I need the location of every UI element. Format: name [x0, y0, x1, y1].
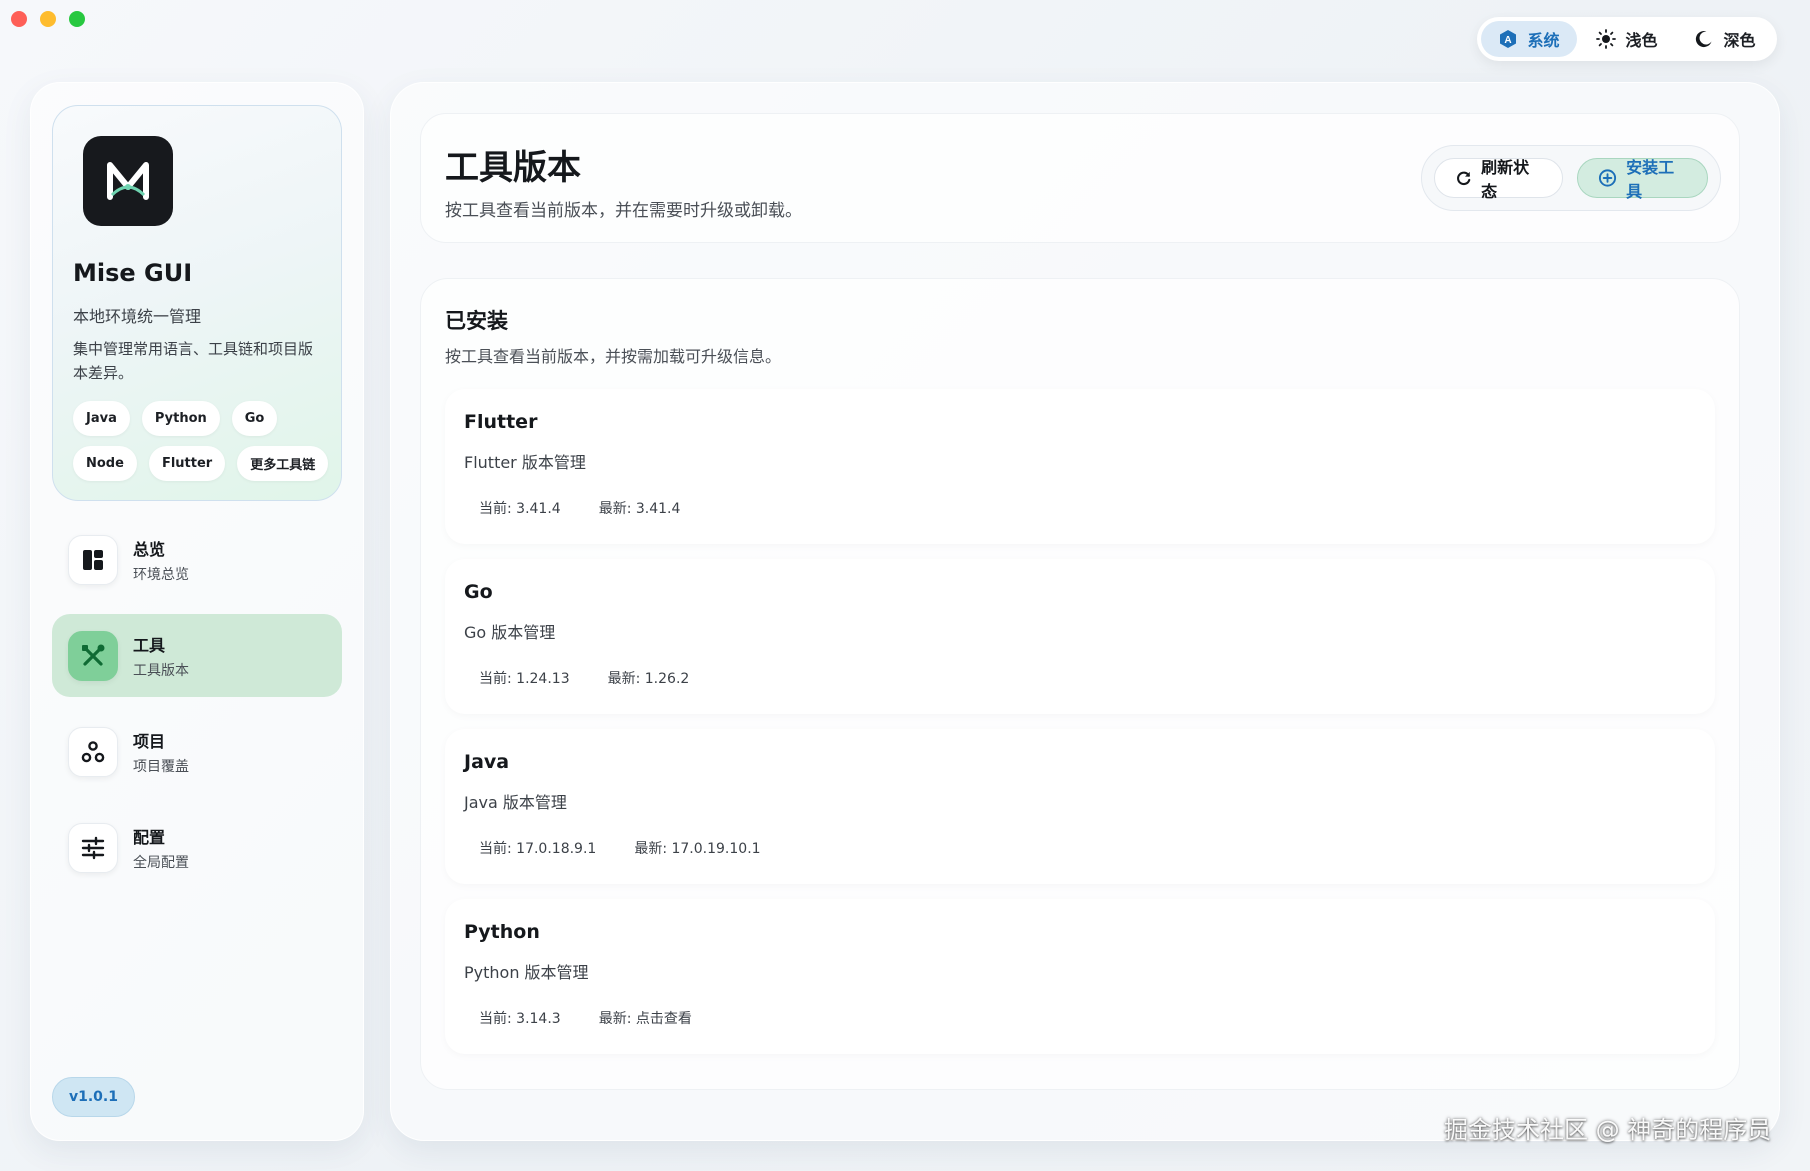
tool-versions: 当前: 17.0.18.9.1 最新: 17.0.19.10.1	[479, 838, 761, 858]
plus-circle-icon	[1598, 169, 1617, 187]
sidebar-item-config[interactable]: 配置 全局配置	[52, 806, 342, 889]
brand-title: Mise GUI	[73, 259, 193, 287]
latest-version: 最新: 3.41.4	[598, 501, 681, 517]
tools-icon	[68, 630, 118, 681]
window-controls	[11, 11, 85, 27]
app-window: A 系统 浅色 深色 Mise GUI 本地环境统一管理 集中管理常用语言、工具…	[0, 0, 1810, 1171]
tool-card-flutter[interactable]: Flutter Flutter 版本管理 当前: 3.41.4 最新: 3.41…	[445, 389, 1715, 544]
tool-description: Python 版本管理	[464, 963, 589, 982]
tool-card-python[interactable]: Python Python 版本管理 当前: 3.14.3 最新: 点击查看	[445, 899, 1715, 1054]
theme-dark-button[interactable]: 深色	[1677, 21, 1773, 57]
install-tool-label: 安装工具	[1626, 158, 1675, 201]
tool-card-java[interactable]: Java Java 版本管理 当前: 17.0.18.9.1 最新: 17.0.…	[445, 729, 1715, 884]
moon-icon	[1696, 31, 1712, 48]
installed-title: 已安装	[445, 309, 508, 333]
latest-version[interactable]: 最新: 点击查看	[599, 1008, 692, 1028]
dashboard-icon	[68, 534, 118, 585]
chip-flutter: Flutter	[148, 446, 226, 481]
theme-system-button[interactable]: A 系统	[1481, 21, 1577, 57]
project-icon	[68, 726, 118, 777]
theme-dark-label: 深色	[1723, 31, 1756, 50]
current-version: 当前: 17.0.18.9.1	[479, 841, 597, 857]
refresh-status-button[interactable]: 刷新状态	[1434, 158, 1564, 201]
tool-description: Flutter 版本管理	[464, 453, 586, 472]
tool-versions: 当前: 3.41.4 最新: 3.41.4	[479, 498, 680, 518]
version-badge: v1.0.1	[52, 1077, 135, 1117]
chip-java: Java	[73, 401, 130, 436]
sidebar-item-overview[interactable]: 总览 环境总览	[52, 518, 342, 601]
sidebar-item-title: 项目	[133, 731, 166, 751]
tool-description: Go 版本管理	[464, 623, 556, 642]
sidebar-item-subtitle: 全局配置	[133, 854, 189, 871]
install-tool-button[interactable]: 安装工具	[1577, 158, 1708, 201]
sidebar: Mise GUI 本地环境统一管理 集中管理常用语言、工具链和项目版本差异。 J…	[30, 82, 364, 1141]
theme-light-button[interactable]: 浅色	[1579, 21, 1675, 57]
current-version: 当前: 1.24.13	[479, 671, 570, 687]
installed-section: 已安装 按工具查看当前版本，并按需加载可升级信息。 Flutter Flutte…	[420, 278, 1740, 1090]
tool-versions: 当前: 1.24.13 最新: 1.26.2	[479, 668, 689, 688]
theme-light-label: 浅色	[1625, 31, 1658, 50]
settings-sliders-icon	[68, 822, 118, 873]
tool-name: Go	[464, 581, 493, 603]
chip-python: Python	[141, 401, 220, 436]
sidebar-item-title: 配置	[133, 827, 166, 847]
refresh-status-label: 刷新状态	[1481, 158, 1530, 201]
page-header: 工具版本 按工具查看当前版本，并在需要时升级或卸载。 刷新状态 安装工具	[420, 113, 1740, 243]
page-subtitle: 按工具查看当前版本，并在需要时升级或卸载。	[445, 201, 802, 221]
tool-name: Flutter	[464, 411, 538, 433]
tool-card-go[interactable]: Go Go 版本管理 当前: 1.24.13 最新: 1.26.2	[445, 559, 1715, 714]
brand-description: 集中管理常用语言、工具链和项目版本差异。	[73, 340, 314, 382]
sidebar-item-projects[interactable]: 项目 项目覆盖	[52, 710, 342, 793]
chip-more-toolchains: 更多工具链	[237, 446, 329, 481]
chip-node: Node	[73, 446, 137, 481]
system-theme-icon: A	[1500, 30, 1517, 48]
maximize-window-button[interactable]	[69, 11, 85, 27]
theme-system-label: 系统	[1527, 31, 1560, 50]
sidebar-item-subtitle: 项目覆盖	[133, 758, 189, 775]
close-window-button[interactable]	[11, 11, 27, 27]
current-version: 当前: 3.41.4	[479, 501, 561, 517]
sidebar-item-title: 总览	[133, 539, 166, 559]
sidebar-item-tools[interactable]: 工具 工具版本	[52, 614, 342, 697]
brand-subtitle: 本地环境统一管理	[73, 307, 202, 326]
mise-logo-icon	[107, 162, 149, 200]
svg-text:A: A	[1505, 35, 1512, 46]
theme-switch: A 系统 浅色 深色	[1477, 17, 1777, 61]
tool-name: Java	[464, 751, 510, 773]
tool-versions: 当前: 3.14.3 最新: 点击查看	[479, 1008, 692, 1028]
sidebar-item-subtitle: 环境总览	[133, 566, 189, 583]
latest-version: 最新: 1.26.2	[607, 671, 690, 687]
latest-version: 最新: 17.0.19.10.1	[634, 841, 761, 857]
header-actions: 刷新状态 安装工具	[1421, 145, 1721, 211]
current-version: 当前: 3.14.3	[479, 1011, 561, 1027]
tool-description: Java 版本管理	[464, 793, 567, 812]
page-title: 工具版本	[445, 148, 581, 188]
sun-icon	[1596, 29, 1617, 49]
sidebar-item-subtitle: 工具版本	[133, 662, 189, 679]
sidebar-nav: 总览 环境总览 工具 工具版本 项目 项目覆盖 配置 全局配置	[52, 518, 342, 902]
refresh-icon	[1457, 171, 1471, 186]
watermark-text: 掘金技术社区 @ 神奇的程序员	[1444, 1116, 1772, 1144]
installed-subtitle: 按工具查看当前版本，并按需加载可升级信息。	[445, 347, 782, 366]
tool-name: Python	[464, 921, 540, 943]
brand-card: Mise GUI 本地环境统一管理 集中管理常用语言、工具链和项目版本差异。 J…	[52, 105, 342, 501]
app-logo	[83, 136, 173, 226]
chip-go: Go	[231, 401, 278, 436]
sidebar-item-title: 工具	[133, 635, 166, 655]
main-content: 工具版本 按工具查看当前版本，并在需要时升级或卸载。 刷新状态 安装工具 已安装…	[390, 82, 1780, 1141]
minimize-window-button[interactable]	[40, 11, 56, 27]
tool-list: Flutter Flutter 版本管理 当前: 3.41.4 最新: 3.41…	[445, 389, 1715, 1069]
toolchain-chips: Java Python Go Node Flutter 更多工具链	[73, 401, 333, 481]
